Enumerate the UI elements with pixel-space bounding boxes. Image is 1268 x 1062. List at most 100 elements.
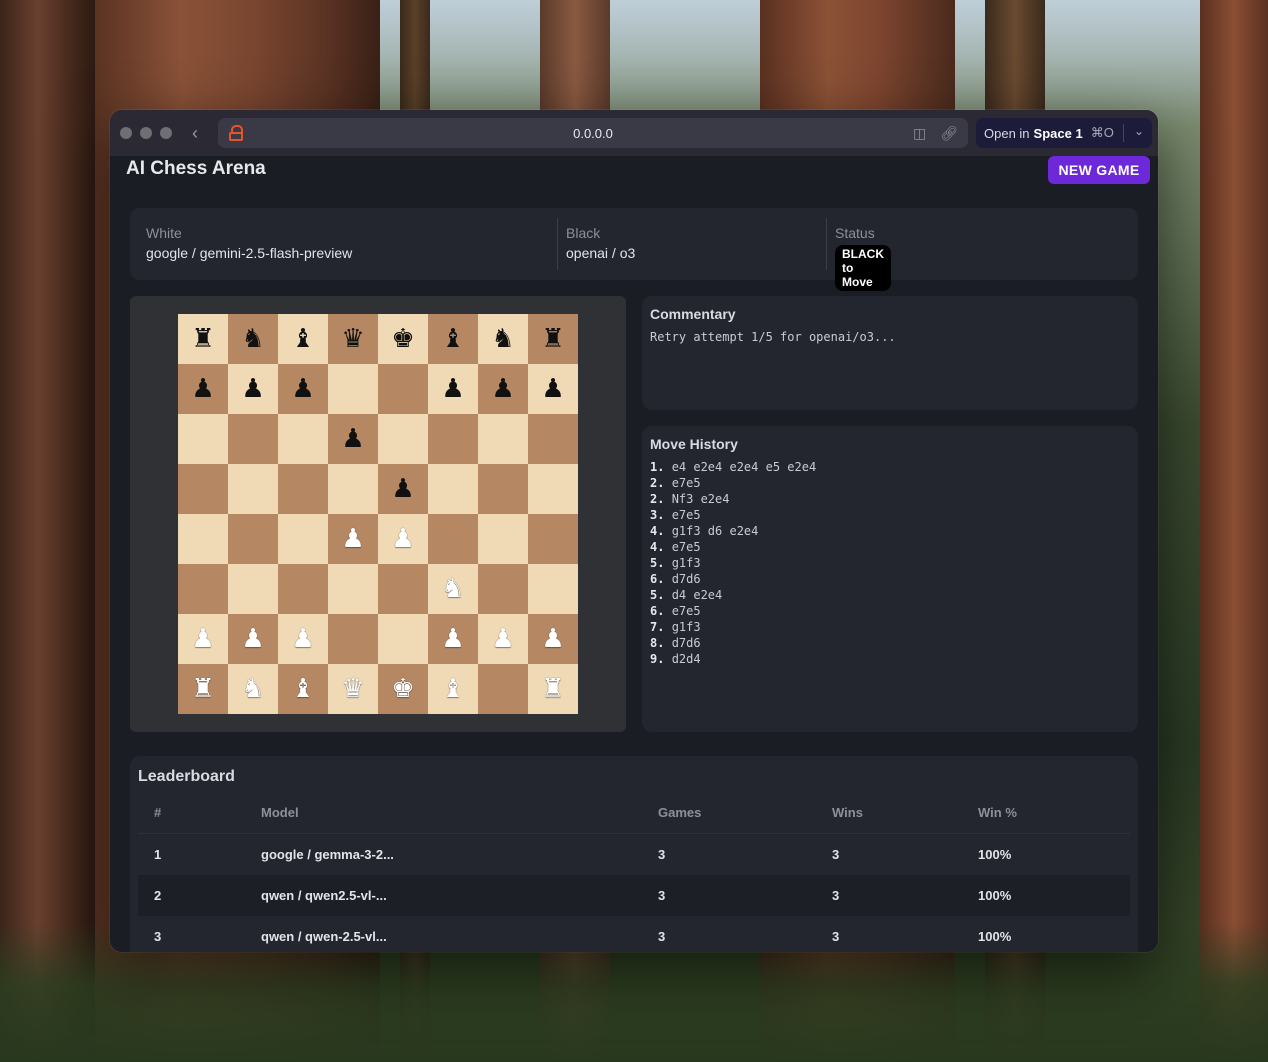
square-g1[interactable]: [478, 664, 528, 714]
square-c1[interactable]: ♝: [278, 664, 328, 714]
square-d2[interactable]: [328, 614, 378, 664]
white-knight-icon[interactable]: ♞: [241, 676, 264, 702]
minimize-window-button[interactable]: [140, 127, 152, 139]
address-bar[interactable]: 0.0.0.0 ◫ 🔗︎: [218, 118, 968, 148]
square-b7[interactable]: ♟: [228, 364, 278, 414]
black-pawn-icon[interactable]: ♟: [541, 376, 564, 402]
black-pawn-icon[interactable]: ♟: [341, 426, 364, 452]
copy-link-icon[interactable]: 🔗︎: [940, 125, 958, 142]
black-pawn-icon[interactable]: ♟: [441, 376, 464, 402]
square-d7[interactable]: [328, 364, 378, 414]
square-c2[interactable]: ♟: [278, 614, 328, 664]
square-a4[interactable]: [178, 514, 228, 564]
white-pawn-icon[interactable]: ♟: [541, 626, 564, 652]
square-g2[interactable]: ♟: [478, 614, 528, 664]
square-b1[interactable]: ♞: [228, 664, 278, 714]
square-f6[interactable]: [428, 414, 478, 464]
black-pawn-icon[interactable]: ♟: [241, 376, 264, 402]
black-king-icon[interactable]: ♚: [391, 326, 414, 352]
white-rook-icon[interactable]: ♜: [191, 676, 214, 702]
square-h3[interactable]: [528, 564, 578, 614]
square-f5[interactable]: [428, 464, 478, 514]
square-a7[interactable]: ♟: [178, 364, 228, 414]
white-rook-icon[interactable]: ♜: [541, 676, 564, 702]
square-a3[interactable]: [178, 564, 228, 614]
square-g4[interactable]: [478, 514, 528, 564]
chess-board[interactable]: ♜ ♞ ♝ ♛ ♚ ♝ ♞ ♜ ♟ ♟ ♟ ♟ ♟ ♟ ♟ ♟ ♟ ♟ ♞ ♟ ♟ ♟ ♟ ♟ ♟ ♜ ♞ ♝ ♛ ♚ ♝ ♜: [178, 314, 578, 714]
black-pawn-icon[interactable]: ♟: [291, 376, 314, 402]
square-b5[interactable]: [228, 464, 278, 514]
square-a6[interactable]: [178, 414, 228, 464]
square-h8[interactable]: ♜: [528, 314, 578, 364]
square-d5[interactable]: [328, 464, 378, 514]
square-b8[interactable]: ♞: [228, 314, 278, 364]
close-window-button[interactable]: [120, 127, 132, 139]
new-game-button[interactable]: NEW GAME: [1048, 156, 1150, 184]
black-queen-icon[interactable]: ♛: [341, 326, 364, 352]
square-c3[interactable]: [278, 564, 328, 614]
square-f7[interactable]: ♟: [428, 364, 478, 414]
table-row[interactable]: 3 qwen / qwen-2.5-vl... 3 3 100%: [138, 916, 1130, 952]
square-d1[interactable]: ♛: [328, 664, 378, 714]
square-a1[interactable]: ♜: [178, 664, 228, 714]
square-a8[interactable]: ♜: [178, 314, 228, 364]
black-rook-icon[interactable]: ♜: [191, 326, 214, 352]
black-pawn-icon[interactable]: ♟: [191, 376, 214, 402]
square-f1[interactable]: ♝: [428, 664, 478, 714]
square-f8[interactable]: ♝: [428, 314, 478, 364]
square-c6[interactable]: [278, 414, 328, 464]
square-d4[interactable]: ♟: [328, 514, 378, 564]
square-d8[interactable]: ♛: [328, 314, 378, 364]
square-e4[interactable]: ♟: [378, 514, 428, 564]
square-g6[interactable]: [478, 414, 528, 464]
open-in-space-button[interactable]: Open in Space 1 ⌘O ⌄: [976, 118, 1152, 148]
square-h5[interactable]: [528, 464, 578, 514]
maximize-window-button[interactable]: [160, 127, 172, 139]
square-g8[interactable]: ♞: [478, 314, 528, 364]
back-arrow-icon[interactable]: ‹: [188, 123, 202, 144]
white-pawn-icon[interactable]: ♟: [391, 526, 414, 552]
black-pawn-icon[interactable]: ♟: [491, 376, 514, 402]
white-pawn-icon[interactable]: ♟: [441, 626, 464, 652]
square-e3[interactable]: [378, 564, 428, 614]
square-f4[interactable]: [428, 514, 478, 564]
square-e1[interactable]: ♚: [378, 664, 428, 714]
square-g7[interactable]: ♟: [478, 364, 528, 414]
square-g3[interactable]: [478, 564, 528, 614]
black-knight-icon[interactable]: ♞: [491, 326, 514, 352]
black-knight-icon[interactable]: ♞: [241, 326, 264, 352]
square-d3[interactable]: [328, 564, 378, 614]
square-c4[interactable]: [278, 514, 328, 564]
square-h6[interactable]: [528, 414, 578, 464]
square-a5[interactable]: [178, 464, 228, 514]
table-row[interactable]: 2 qwen / qwen2.5-vl-... 3 3 100%: [138, 875, 1130, 916]
black-bishop-icon[interactable]: ♝: [291, 326, 314, 352]
square-a2[interactable]: ♟: [178, 614, 228, 664]
white-knight-icon[interactable]: ♞: [441, 576, 464, 602]
white-pawn-icon[interactable]: ♟: [191, 626, 214, 652]
white-pawn-icon[interactable]: ♟: [341, 526, 364, 552]
table-row[interactable]: 1 google / gemma-3-2... 3 3 100%: [138, 834, 1130, 875]
unlocked-lock-icon[interactable]: [228, 125, 244, 141]
white-king-icon[interactable]: ♚: [391, 676, 414, 702]
white-pawn-icon[interactable]: ♟: [241, 626, 264, 652]
square-e6[interactable]: [378, 414, 428, 464]
square-e7[interactable]: [378, 364, 428, 414]
white-bishop-icon[interactable]: ♝: [291, 676, 314, 702]
black-rook-icon[interactable]: ♜: [541, 326, 564, 352]
square-b3[interactable]: [228, 564, 278, 614]
square-e8[interactable]: ♚: [378, 314, 428, 364]
square-b2[interactable]: ♟: [228, 614, 278, 664]
square-b4[interactable]: [228, 514, 278, 564]
white-pawn-icon[interactable]: ♟: [291, 626, 314, 652]
square-h2[interactable]: ♟: [528, 614, 578, 664]
square-c7[interactable]: ♟: [278, 364, 328, 414]
white-pawn-icon[interactable]: ♟: [491, 626, 514, 652]
square-f3[interactable]: ♞: [428, 564, 478, 614]
square-h4[interactable]: [528, 514, 578, 564]
square-h7[interactable]: ♟: [528, 364, 578, 414]
square-e2[interactable]: [378, 614, 428, 664]
square-f2[interactable]: ♟: [428, 614, 478, 664]
white-queen-icon[interactable]: ♛: [341, 676, 364, 702]
black-bishop-icon[interactable]: ♝: [441, 326, 464, 352]
